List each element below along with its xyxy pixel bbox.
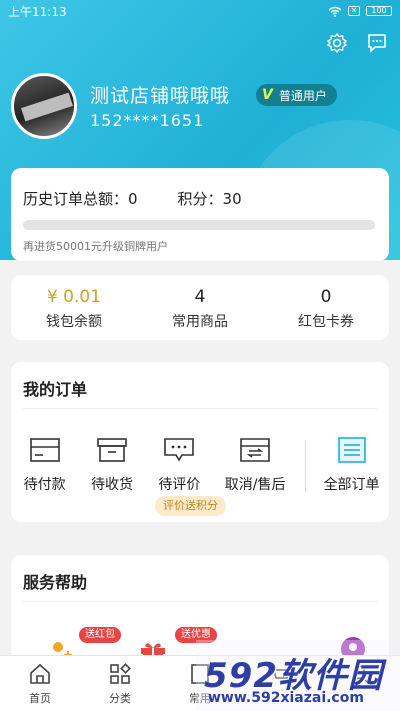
stats-card: ¥ 0.01 钱包余额 4 常用商品 0 红包卡券: [11, 275, 389, 340]
watermark: 592软件园 www.592xiazai.com: [196, 640, 400, 711]
stat-frequent-products[interactable]: 4 常用商品: [137, 275, 263, 340]
history-card: 历史订单总额：0 积分：30 再进货50001元升级铜牌用户: [11, 168, 389, 261]
status-time: 上午11:13: [8, 4, 67, 19]
battery-icon: 100: [366, 6, 392, 16]
avatar-image: [21, 92, 73, 122]
sim-icon: ✕: [348, 6, 360, 16]
history-total: 历史订单总额：0: [23, 190, 138, 208]
status-icons: ✕ 100: [328, 6, 392, 17]
order-item-label: 待付款: [23, 477, 66, 493]
upgrade-progress-bar: [23, 220, 375, 230]
tab-home[interactable]: 首页: [0, 656, 80, 711]
wallet-label: 钱包余额: [46, 314, 102, 330]
my-orders-card: 我的订单 待付款 待收货 待评价 取消/售后 全部订单 评价送积分: [11, 362, 389, 522]
phone-number: 152****1651: [90, 111, 205, 130]
stat-wallet[interactable]: ¥ 0.01 钱包余额: [11, 275, 137, 340]
status-bar: 上午11:13 ✕ 100: [0, 0, 400, 22]
user-level-badge: V 普通用户: [256, 84, 337, 106]
order-after-sales[interactable]: 取消/售后: [213, 436, 297, 494]
frequent-label: 常用商品: [172, 314, 228, 330]
header-actions: [326, 32, 388, 54]
box-icon: [97, 438, 127, 462]
refund-icon: [240, 438, 270, 462]
stat-coupons[interactable]: 0 红包卡券: [263, 275, 389, 340]
coupon-label: 红包卡券: [298, 314, 354, 330]
vip-icon: V: [262, 87, 273, 103]
order-item-label: 待收货: [91, 477, 134, 493]
order-status-row: 待付款 待收货 待评价 取消/售后 全部订单: [11, 436, 389, 494]
home-icon: [30, 663, 50, 684]
settings-gear-icon[interactable]: [326, 32, 348, 54]
order-pending-review[interactable]: 待评价: [146, 436, 213, 494]
order-all-label: 全部订单: [323, 477, 380, 493]
store-name: 测试店铺哦哦哦: [90, 85, 231, 107]
orders-title: 我的订单: [23, 380, 88, 399]
points: 积分：30: [177, 190, 242, 208]
coupon-count: 0: [320, 287, 332, 307]
history-summary: 历史订单总额：0 积分：30: [23, 188, 242, 209]
wallet-balance: ¥ 0.01: [46, 287, 102, 307]
order-item-label: 取消/售后: [224, 477, 286, 493]
help-title: 服务帮助: [23, 573, 88, 592]
order-item-label: 待评价: [158, 477, 201, 493]
tab-category[interactable]: 分类: [80, 656, 160, 711]
watermark-url: www.592xiazai.com: [208, 690, 364, 706]
wallet-icon: [29, 438, 60, 462]
orders-divider: [23, 408, 377, 409]
help-tag-red-packet: 送红包: [79, 627, 121, 643]
order-list-icon: [337, 437, 366, 463]
tab-label: 首页: [29, 692, 51, 705]
badge-label: 普通用户: [278, 88, 327, 103]
tab-label: 分类: [109, 692, 131, 705]
orders-vertical-divider: [305, 440, 307, 492]
order-all[interactable]: 全部订单: [314, 436, 389, 494]
comment-icon: [164, 438, 195, 462]
upgrade-hint: 再进货50001元升级铜牌用户: [23, 240, 168, 253]
order-pending-receipt[interactable]: 待收货: [78, 436, 145, 494]
review-points-tag: 评价送积分: [155, 496, 226, 516]
help-divider: [23, 601, 377, 602]
avatar[interactable]: [11, 73, 77, 139]
frequent-count: 4: [194, 287, 206, 307]
category-icon: [110, 663, 131, 684]
wifi-icon: [328, 6, 342, 17]
order-pending-payment[interactable]: 待付款: [11, 436, 78, 494]
message-chat-icon[interactable]: [366, 32, 388, 54]
